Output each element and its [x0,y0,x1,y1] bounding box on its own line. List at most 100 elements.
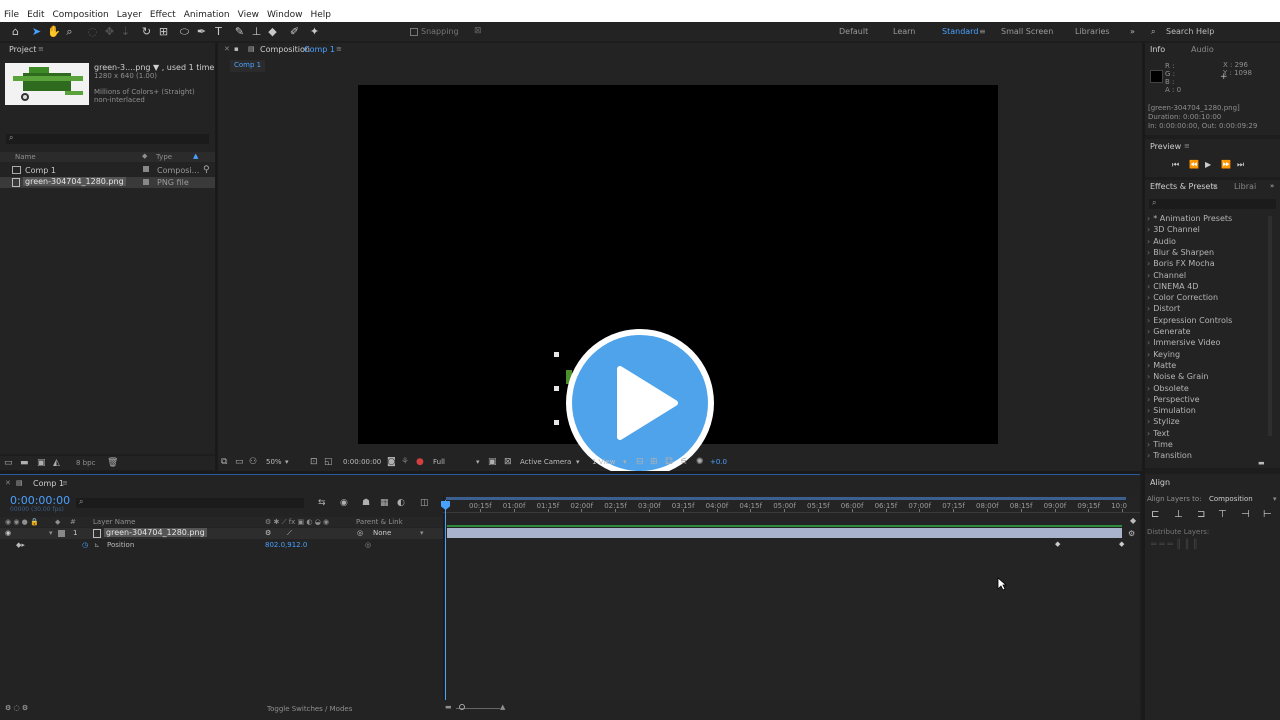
keyframe-diamond[interactable]: ◆ [1119,540,1124,548]
camera-dropdown[interactable]: Active Camera [520,458,571,466]
timeline-tab[interactable]: Comp 1 [33,479,64,488]
interpret-footage-icon[interactable]: ▭ [4,458,13,468]
composition-viewer[interactable] [358,85,998,477]
effects-search-input[interactable]: ⌕ [1149,198,1276,209]
project-search-input[interactable]: ⌕ [6,133,209,144]
type-tool-icon[interactable]: T [212,25,225,38]
collapse-switch-icon[interactable]: ⚙ [265,529,271,537]
workspace-small-screen[interactable]: Small Screen [1001,27,1053,36]
effects-menu-icon[interactable]: ≡ [1212,182,1218,190]
panel-divider[interactable] [215,43,218,473]
chevron-down-icon[interactable]: ▾ [476,457,480,467]
align-top-icon[interactable]: ⊤ [1218,509,1227,520]
zoom-slider-thumb[interactable] [459,704,465,710]
effects-scrollbar[interactable] [1268,216,1272,436]
stopwatch-icon[interactable]: ◷ [82,541,88,549]
pan-behind-icon[interactable]: ✥ [103,25,116,38]
effects-category[interactable]: Generate [1147,327,1190,336]
region-of-interest-icon[interactable]: ▣ [488,457,497,467]
menu-edit[interactable]: Edit [27,10,44,20]
timeline-icon[interactable]: ⚃ [665,457,673,467]
timeline-tab-menu-icon[interactable]: ≡ [62,479,68,487]
menu-layer[interactable]: Layer [117,10,142,20]
effects-category[interactable]: 3D Channel [1147,225,1200,234]
channel-icon[interactable]: ● [416,457,424,467]
effects-tab[interactable]: Effects & Presets [1150,182,1218,191]
flowchart-icon[interactable]: ⚲ [203,165,210,175]
anchor-tool-icon[interactable]: ⊞ [157,25,170,38]
effects-category[interactable]: Expression Controls [1147,316,1232,325]
toggle-switches-modes[interactable]: Toggle Switches / Modes [267,705,352,713]
menu-animation[interactable]: Animation [184,10,230,20]
monitor-icon[interactable]: ▭ [235,457,244,467]
flowchart-icon[interactable]: ⚟ [680,457,688,467]
composition-tab-label[interactable]: Composition [260,45,310,54]
pixel-aspect-icon[interactable]: ⊟ [636,457,644,467]
effects-category[interactable]: Perspective [1147,395,1199,404]
keyframe-nav-icon[interactable]: ◆▸ [16,541,25,549]
info-tab[interactable]: Info [1150,45,1165,54]
shy-layers-icon[interactable]: ☗ [362,498,370,508]
new-folder-icon[interactable]: ▬ [20,458,29,468]
pickwhip-icon[interactable]: ◎ [357,529,363,537]
align-right-icon[interactable]: ⊐ [1197,509,1205,520]
effects-category[interactable]: Color Correction [1147,293,1218,302]
orbit-tool-icon[interactable]: ◌ [86,25,99,38]
chevron-down-icon[interactable]: ▾ [420,529,424,537]
chevron-down-icon[interactable]: ▾ [576,457,580,467]
visibility-eye-icon[interactable]: ◉ [5,529,11,537]
roto-brush-icon[interactable]: ✐ [288,25,301,38]
mask-visibility-icon[interactable]: ⚇ [249,457,257,467]
graph-toggle-icon[interactable]: ⊾ [94,541,100,549]
layer-row[interactable]: ◉ ▾ 1 green-304704_1280.png ⚙ ⟋ ◎ None ▾ [0,528,443,539]
brush-tool-icon[interactable]: ✎ [233,25,246,38]
viewer-timecode[interactable]: 0:00:00:00 [343,458,381,466]
new-preset-icon[interactable]: ▬ [1258,459,1265,467]
hand-tool-icon[interactable]: ✋ [47,25,61,38]
layer-handle-ml[interactable] [554,386,559,391]
safe-areas-icon[interactable]: ⊡ [310,457,318,467]
panel-divider[interactable] [0,471,1142,474]
chevron-down-icon[interactable]: ▾ [623,457,627,467]
layer-handle-tl[interactable] [554,352,559,357]
workspace-libraries[interactable]: Libraries [1075,27,1110,36]
fast-previews-icon[interactable]: ⊞ [650,457,658,467]
align-bottom-icon[interactable]: ⊢ [1263,509,1272,520]
pickwhip-icon[interactable]: ◎ [365,541,371,549]
parent-link-column[interactable]: Parent & Link [356,518,403,526]
effects-category[interactable]: Simulation [1147,406,1196,415]
snapping-checkbox[interactable] [410,28,418,36]
parent-dropdown[interactable]: None [373,529,391,537]
menu-file[interactable]: File [4,10,19,20]
project-tab-menu-icon[interactable]: ≡ [38,45,44,53]
menu-window[interactable]: Window [267,10,303,20]
comp-flowchart-icon[interactable]: ⇆ [318,498,326,508]
snap-options-icon[interactable]: ⊠ [474,26,482,36]
footer-toggle-icons[interactable]: ⚙ ◌ ⚙ [5,704,28,712]
sort-ascending-icon[interactable]: ▲ [193,152,198,160]
menu-composition[interactable]: Composition [53,10,109,20]
show-snapshot-icon[interactable]: ⚘ [401,457,409,467]
composition-tab-name[interactable]: Comp 1 [304,45,335,54]
zoom-dropdown[interactable]: 50% [266,458,282,466]
frame-blending-icon[interactable]: ▦ [380,498,389,508]
menu-view[interactable]: View [238,10,259,20]
property-row[interactable]: ◆▸ ◷ ⊾ Position 802.0,912.0 ◎ [0,540,443,551]
preview-menu-icon[interactable]: ≡ [1184,142,1190,150]
pen-tool-icon[interactable]: ✒ [195,25,208,38]
distribute-buttons[interactable]: ═ ═ ═ ║ ║ ║ [1151,540,1198,550]
project-col-type[interactable]: Type [156,153,172,161]
puppet-pin-icon[interactable]: ✦ [308,25,321,38]
align-hcenter-icon[interactable]: ⊥ [1174,509,1183,520]
comp-breadcrumb[interactable]: Comp 1 [230,60,266,72]
project-row-comp[interactable]: Comp 1 Composi... ⚲ [0,165,215,176]
zoom-tool-icon[interactable]: ⌕ [63,25,76,38]
align-left-icon[interactable]: ⊏ [1151,509,1159,520]
property-value[interactable]: 802.0,912.0 [265,541,307,549]
effects-category[interactable]: Stylize [1147,417,1180,426]
timeline-search-input[interactable]: ⌕ [76,497,304,508]
project-row-png[interactable]: green-304704_1280.png PNG file [0,177,215,188]
effects-category[interactable]: Keying [1147,350,1180,359]
rotate-tool-icon[interactable]: ↻ [140,25,153,38]
label-color-swatch[interactable] [143,166,149,172]
